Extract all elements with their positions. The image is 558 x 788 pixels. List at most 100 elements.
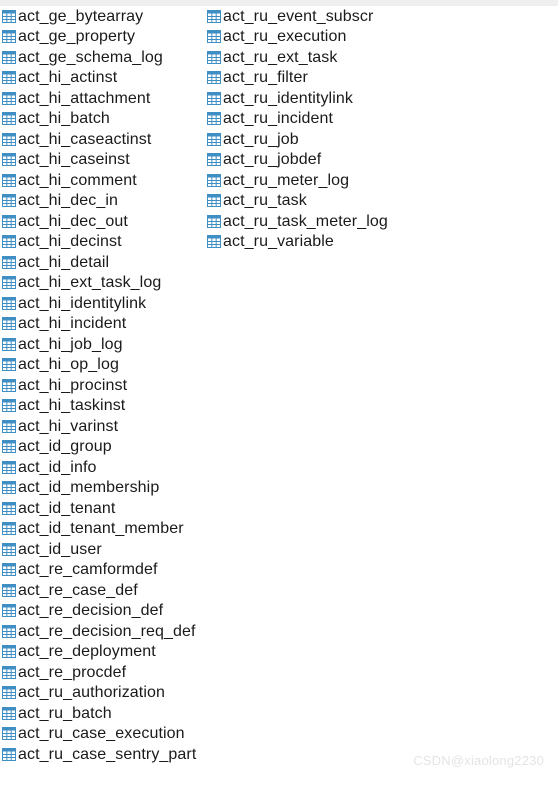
table-list-item[interactable]: act_ru_event_subscr [207, 6, 537, 27]
table-grid-icon [2, 112, 16, 126]
table-grid-icon [2, 30, 16, 44]
table-grid-icon [207, 132, 221, 146]
table-list-item[interactable]: act_hi_batch [2, 109, 202, 130]
table-list-item[interactable]: act_re_case_def [2, 580, 202, 601]
table-list-item[interactable]: act_hi_job_log [2, 334, 202, 355]
table-name-label: act_id_user [18, 540, 102, 558]
table-list-item[interactable]: act_ru_task [207, 191, 537, 212]
table-name-label: act_ru_case_execution [18, 725, 185, 743]
table-list-item[interactable]: act_ru_authorization [2, 683, 202, 704]
table-name-label: act_hi_taskinst [18, 397, 126, 415]
table-grid-icon [207, 112, 221, 126]
table-list-item[interactable]: act_hi_caseactinst [2, 129, 202, 150]
table-name-label: act_ru_task [223, 192, 307, 210]
table-list-item[interactable]: act_hi_ext_task_log [2, 273, 202, 294]
table-list-item[interactable]: act_ru_case_execution [2, 724, 202, 745]
table-grid-icon [2, 481, 16, 495]
table-list-item[interactable]: act_re_decision_def [2, 601, 202, 622]
table-name-label: act_hi_procinst [18, 376, 128, 394]
table-name-label: act_hi_varinst [18, 417, 119, 435]
table-list-item[interactable]: act_id_group [2, 437, 202, 458]
table-list-item[interactable]: act_re_procdef [2, 662, 202, 683]
table-list-item[interactable]: act_ru_filter [207, 68, 537, 89]
table-name-label: act_hi_comment [18, 171, 137, 189]
table-list-item[interactable]: act_ru_meter_log [207, 170, 537, 191]
table-grid-icon [2, 71, 16, 85]
table-name-label: act_hi_dec_in [18, 192, 119, 210]
table-list-item[interactable]: act_ru_incident [207, 109, 537, 130]
table-grid-icon [2, 91, 16, 105]
table-grid-icon [2, 255, 16, 269]
table-name-label: act_re_camformdef [18, 561, 158, 579]
table-name-label: act_hi_caseinst [18, 151, 130, 169]
table-list-item[interactable]: act_ge_schema_log [2, 47, 202, 68]
table-grid-icon [2, 440, 16, 454]
table-name-label: act_ru_task_meter_log [223, 212, 388, 230]
table-list-item[interactable]: act_ru_task_meter_log [207, 211, 537, 232]
table-list-item[interactable]: act_ru_identitylink [207, 88, 537, 109]
table-list-item[interactable]: act_hi_dec_out [2, 211, 202, 232]
table-list-column-left: act_ge_bytearray act_ge_property act_ge_sc… [2, 6, 202, 765]
table-name-label: act_ru_ext_task [223, 48, 338, 66]
table-list-item[interactable]: act_ru_execution [207, 27, 537, 48]
table-name-label: act_hi_attachment [18, 89, 151, 107]
table-grid-icon [2, 378, 16, 392]
table-list-item[interactable]: act_hi_decinst [2, 232, 202, 253]
table-list-item[interactable]: act_re_deployment [2, 642, 202, 663]
table-list-item[interactable]: act_id_info [2, 457, 202, 478]
table-list-item[interactable]: act_ru_batch [2, 703, 202, 724]
table-list-item[interactable]: act_hi_comment [2, 170, 202, 191]
table-name-label: act_hi_actinst [18, 69, 118, 87]
table-grid-icon [2, 624, 16, 638]
table-grid-icon [2, 563, 16, 577]
table-list-item[interactable]: act_hi_incident [2, 314, 202, 335]
table-list-item[interactable]: act_hi_taskinst [2, 396, 202, 417]
table-name-label: act_id_info [18, 458, 97, 476]
table-name-label: act_hi_detail [18, 253, 110, 271]
table-grid-icon [2, 665, 16, 679]
table-list-item[interactable]: act_ru_job [207, 129, 537, 150]
table-list-item[interactable]: act_id_tenant [2, 498, 202, 519]
table-grid-icon [2, 419, 16, 433]
table-list-item[interactable]: act_ru_variable [207, 232, 537, 253]
table-list-item[interactable]: act_re_camformdef [2, 560, 202, 581]
table-list-item[interactable]: act_hi_varinst [2, 416, 202, 437]
table-grid-icon [2, 460, 16, 474]
table-grid-icon [2, 153, 16, 167]
table-list-item[interactable]: act_ru_case_sentry_part [2, 744, 202, 765]
table-list-item[interactable]: act_ge_property [2, 27, 202, 48]
table-list-item[interactable]: act_id_user [2, 539, 202, 560]
table-name-label: act_ru_incident [223, 110, 334, 128]
table-grid-icon [207, 9, 221, 23]
table-list-item[interactable]: act_hi_op_log [2, 355, 202, 376]
table-list-item[interactable]: act_hi_caseinst [2, 150, 202, 171]
table-list-item[interactable]: act_hi_procinst [2, 375, 202, 396]
table-list-item[interactable]: act_ru_ext_task [207, 47, 537, 68]
table-list-item[interactable]: act_hi_detail [2, 252, 202, 273]
table-name-label: act_re_decision_req_def [18, 622, 196, 640]
table-name-label: act_re_decision_def [18, 602, 164, 620]
table-list-item[interactable]: act_hi_attachment [2, 88, 202, 109]
table-grid-icon [2, 337, 16, 351]
table-grid-icon [207, 30, 221, 44]
table-list-item[interactable]: act_ge_bytearray [2, 6, 202, 27]
table-name-label: act_ru_case_sentry_part [18, 745, 197, 763]
table-list-item[interactable]: act_re_decision_req_def [2, 621, 202, 642]
table-name-label: act_hi_identitylink [18, 294, 147, 312]
table-grid-icon [2, 604, 16, 618]
table-list-item[interactable]: act_hi_identitylink [2, 293, 202, 314]
table-grid-icon [2, 358, 16, 372]
table-list-item[interactable]: act_hi_actinst [2, 68, 202, 89]
table-list-item[interactable]: act_id_tenant_member [2, 519, 202, 540]
table-name-label: act_ge_property [18, 28, 136, 46]
table-grid-icon [2, 727, 16, 741]
table-name-label: act_re_deployment [18, 643, 156, 661]
table-name-label: act_re_procdef [18, 663, 127, 681]
table-name-label: act_ru_variable [223, 233, 334, 251]
table-list-item[interactable]: act_id_membership [2, 478, 202, 499]
table-list-item[interactable]: act_hi_dec_in [2, 191, 202, 212]
table-grid-icon [2, 50, 16, 64]
table-list-item[interactable]: act_ru_jobdef [207, 150, 537, 171]
table-grid-icon [207, 153, 221, 167]
table-name-label: act_ru_execution [223, 28, 347, 46]
